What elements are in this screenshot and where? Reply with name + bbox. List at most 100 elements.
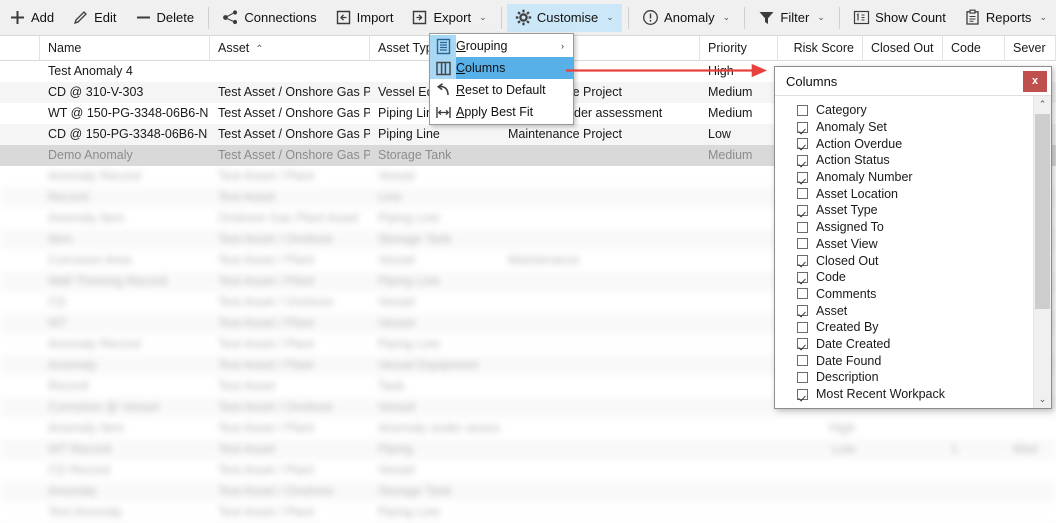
menu-item-grouping[interactable]: Grouping › <box>430 35 573 57</box>
cell-name: Anomaly Item <box>48 421 125 435</box>
checkbox-icon[interactable] <box>797 355 808 367</box>
checkbox-icon[interactable] <box>797 104 808 116</box>
checkbox-icon[interactable] <box>797 271 808 283</box>
column-header-asset[interactable]: Asset ⌃ <box>210 36 370 61</box>
exclamation-circle-icon <box>642 9 659 26</box>
column-toggle-row[interactable]: Code <box>797 269 1033 286</box>
export-icon <box>411 9 428 26</box>
scroll-down-icon[interactable]: ⌄ <box>1034 391 1051 408</box>
column-header-closed_out[interactable]: Closed Out <box>863 36 943 61</box>
column-toggle-row[interactable]: Action Overdue <box>797 135 1033 152</box>
cell-asset_type: Piping Line <box>378 211 440 225</box>
column-toggle-row[interactable]: Asset Location <box>797 185 1033 202</box>
table-row[interactable]: Anomaly Test Asset / Onshore Storage Tank <box>0 481 1056 502</box>
chevron-down-icon[interactable]: ⌄ <box>817 12 825 23</box>
toolbar-button-reports[interactable]: Reports ⌄ <box>956 4 1055 32</box>
chevron-down-icon[interactable]: ⌄ <box>479 12 487 23</box>
table-row[interactable]: Test Anomaly Test Asset / Plant Piping Lin… <box>0 502 1056 523</box>
table-row[interactable]: Anomaly Item Test Asset / Plant Anomaly un… <box>0 418 1056 439</box>
cell-severity <box>1005 481 1056 502</box>
menu-item-reset-to-default[interactable]: Reset to Default <box>430 79 573 101</box>
customise-dropdown-menu[interactable]: Grouping › Columns Reset to Default Apply Be… <box>429 33 574 125</box>
numbers-icon <box>853 9 870 26</box>
column-toggle-row[interactable]: Created By <box>797 319 1033 336</box>
cell-indicator <box>0 82 40 103</box>
column-header-label: Priority <box>708 40 747 55</box>
column-header-indicator[interactable] <box>0 36 40 61</box>
chevron-down-icon[interactable]: ⌄ <box>1039 12 1047 23</box>
column-toggle-label: Comments <box>816 286 877 301</box>
column-header-severity[interactable]: Sever <box>1005 36 1056 61</box>
checkbox-icon[interactable] <box>797 221 808 233</box>
main-toolbar: Add Edit Delete Connections Import Export ⌄ Cus… <box>0 0 1056 36</box>
cell-risk_score <box>778 460 863 481</box>
sort-ascending-icon[interactable]: ⌃ <box>255 44 263 55</box>
column-toggle-row[interactable]: Asset View <box>797 236 1033 253</box>
toolbar-button-add[interactable]: Add <box>1 4 62 32</box>
cell-asset: Test Asset / Onshore <box>218 400 334 414</box>
cell-project <box>500 208 700 229</box>
column-toggle-row[interactable]: Most Recent Workpack <box>797 386 1033 403</box>
column-toggle-label: Description <box>816 370 879 385</box>
checkbox-icon[interactable] <box>797 171 808 183</box>
checkbox-icon[interactable] <box>797 388 808 400</box>
columns-checkbox-list[interactable]: Category Anomaly Set Action Overdue Action … <box>775 96 1033 408</box>
cell-indicator <box>0 334 40 355</box>
checkbox-icon[interactable] <box>797 121 808 133</box>
column-toggle-row[interactable]: Date Found <box>797 352 1033 369</box>
column-toggle-row[interactable]: Category <box>797 102 1033 119</box>
cell-priority <box>700 502 778 523</box>
cell-indicator <box>0 313 40 334</box>
cell-indicator <box>0 460 40 481</box>
column-toggle-row[interactable]: Anomaly Set <box>797 119 1033 136</box>
column-toggle-row[interactable]: Anomaly Number <box>797 169 1033 186</box>
column-header-code[interactable]: Code <box>943 36 1005 61</box>
chevron-down-icon[interactable]: ⌄ <box>606 12 614 23</box>
checkbox-icon[interactable] <box>797 188 808 200</box>
toolbar-button-export[interactable]: Export ⌄ <box>403 4 494 32</box>
column-toggle-row[interactable]: Action Status <box>797 152 1033 169</box>
column-header-name[interactable]: Name <box>40 36 210 61</box>
checkbox-icon[interactable] <box>797 305 808 317</box>
toolbar-button-connections[interactable]: Connections <box>214 4 324 32</box>
columns-dialog[interactable]: Columns x Category Anomaly Set Action Over… <box>774 66 1052 409</box>
table-row[interactable]: WT Record Test Asset Piping Low 1 Med <box>0 439 1056 460</box>
checkbox-icon[interactable] <box>797 238 808 250</box>
menu-item-columns[interactable]: Columns <box>430 57 573 79</box>
column-header-risk_score[interactable]: Risk Score <box>778 36 863 61</box>
cell-indicator <box>0 229 40 250</box>
cell-asset_type: Storage Tank <box>378 148 452 162</box>
column-toggle-row[interactable]: Comments <box>797 286 1033 303</box>
toolbar-button-edit[interactable]: Edit <box>64 4 124 32</box>
column-toggle-row[interactable]: Description <box>797 369 1033 386</box>
menu-item-apply-best-fit[interactable]: Apply Best Fit <box>430 101 573 123</box>
checkbox-icon[interactable] <box>797 288 808 300</box>
cell-name: Anomaly Record <box>48 169 141 183</box>
checkbox-icon[interactable] <box>797 154 808 166</box>
checkbox-icon[interactable] <box>797 138 808 150</box>
column-toggle-row[interactable]: Asset Type <box>797 202 1033 219</box>
checkbox-icon[interactable] <box>797 321 808 333</box>
checkbox-icon[interactable] <box>797 204 808 216</box>
scroll-up-icon[interactable]: ⌃ <box>1034 96 1051 113</box>
toolbar-button-delete[interactable]: Delete <box>127 4 203 32</box>
table-row[interactable]: CD Record Test Asset / Plant Vessel <box>0 460 1056 481</box>
column-toggle-row[interactable]: Closed Out <box>797 252 1033 269</box>
cell-indicator <box>0 271 40 292</box>
column-toggle-row[interactable]: Asset <box>797 302 1033 319</box>
columns-scrollbar[interactable]: ⌃ ⌄ <box>1033 96 1051 408</box>
toolbar-button-import[interactable]: Import <box>327 4 402 32</box>
column-toggle-row[interactable]: Date Created <box>797 336 1033 353</box>
close-icon[interactable]: x <box>1023 70 1047 92</box>
toolbar-button-show-count[interactable]: Show Count <box>845 4 954 32</box>
toolbar-button-customise[interactable]: Customise ⌄ <box>506 3 622 32</box>
toolbar-button-anomaly[interactable]: Anomaly ⌄ <box>634 4 738 32</box>
checkbox-icon[interactable] <box>797 255 808 267</box>
toolbar-button-filter[interactable]: Filter ⌄ <box>750 4 832 32</box>
checkbox-icon[interactable] <box>797 338 808 350</box>
column-header-priority[interactable]: Priority <box>700 36 778 61</box>
column-toggle-row[interactable]: Assigned To <box>797 219 1033 236</box>
scrollbar-thumb[interactable] <box>1035 114 1050 309</box>
checkbox-icon[interactable] <box>797 371 808 383</box>
chevron-down-icon[interactable]: ⌄ <box>723 12 731 23</box>
